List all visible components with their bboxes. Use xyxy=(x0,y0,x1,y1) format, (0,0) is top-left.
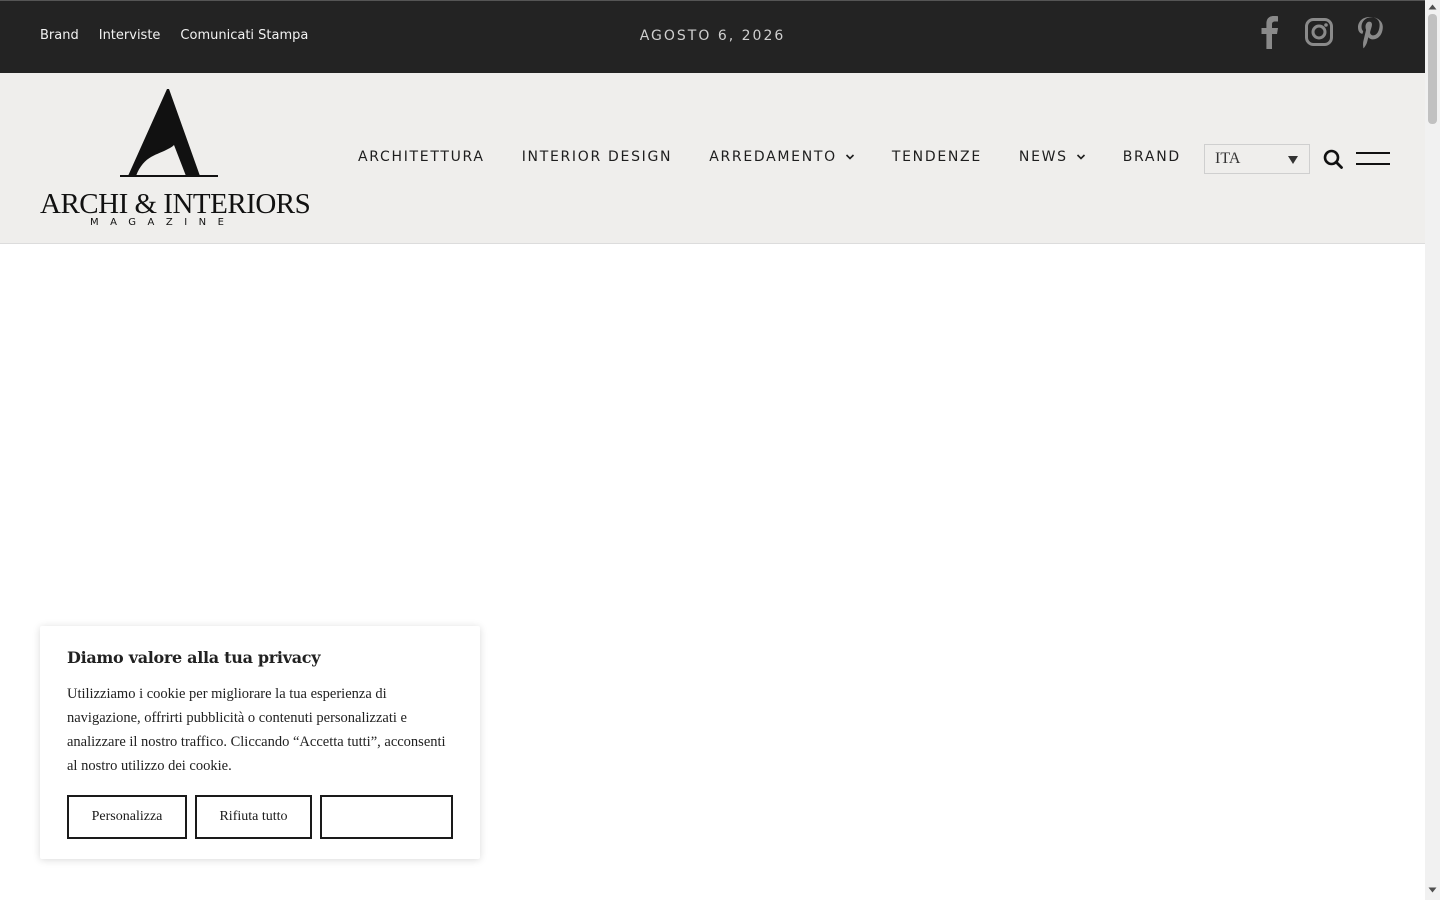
nav-item-label: BRAND xyxy=(1122,149,1181,165)
customize-button[interactable]: Personalizza xyxy=(67,795,187,839)
accept-all-button[interactable] xyxy=(320,795,453,839)
chevron-down-icon xyxy=(1076,154,1085,160)
dropdown-arrow-icon xyxy=(1288,156,1298,164)
logo-a-mark xyxy=(120,89,218,177)
logo-subtitle: MAGAZINE xyxy=(90,217,236,228)
scroll-down-icon[interactable] xyxy=(1428,886,1437,894)
language-selected: ITA xyxy=(1215,150,1241,167)
scrollbar-thumb[interactable] xyxy=(1428,14,1437,124)
facebook-icon[interactable] xyxy=(1255,15,1283,49)
cookie-title: Diamo valore alla tua privacy xyxy=(67,648,321,667)
cookie-buttons: Personalizza Rifiuta tutto xyxy=(67,795,453,839)
page-scrollbar[interactable] xyxy=(1425,0,1440,900)
site-logo[interactable]: ARCHI & INTERIORS MAGAZINE xyxy=(40,87,311,231)
current-date: AGOSTO 6, 2026 xyxy=(639,28,786,44)
logo-title: ARCHI & INTERIORS xyxy=(40,188,311,220)
reject-all-button[interactable]: Rifiuta tutto xyxy=(195,795,312,839)
language-select[interactable]: ITA xyxy=(1204,144,1310,174)
nav-item-brand[interactable]: BRAND xyxy=(1123,149,1181,165)
chevron-down-icon xyxy=(845,154,854,160)
cookie-consent-banner: Diamo valore alla tua privacy Utilizziam… xyxy=(40,626,480,859)
nav-item-interior-design[interactable]: INTERIOR DESIGN xyxy=(522,149,673,165)
main-nav: ARCHITETTURA INTERIOR DESIGN ARREDAMENTO… xyxy=(358,149,1181,165)
instagram-icon[interactable] xyxy=(1305,15,1333,49)
nav-item-architettura[interactable]: ARCHITETTURA xyxy=(358,149,485,165)
search-icon[interactable] xyxy=(1323,149,1343,169)
nav-item-label: NEWS xyxy=(1018,149,1068,165)
nav-item-label: INTERIOR DESIGN xyxy=(521,149,673,165)
nav-item-label: ARCHITETTURA xyxy=(358,149,485,165)
nav-item-label: ARREDAMENTO xyxy=(709,149,837,165)
nav-item-arredamento[interactable]: ARREDAMENTO xyxy=(709,149,855,165)
nav-item-tendenze[interactable]: TENDENZE xyxy=(892,149,982,165)
nav-item-label: TENDENZE xyxy=(891,149,982,165)
social-links xyxy=(1255,15,1383,49)
scroll-up-icon[interactable] xyxy=(1428,3,1437,11)
site-header: ARCHI & INTERIORS MAGAZINE ARCHITETTURA … xyxy=(0,73,1425,244)
pinterest-icon[interactable] xyxy=(1355,15,1383,49)
top-bar: Brand Interviste Comunicati Stampa AGOST… xyxy=(0,0,1425,73)
cookie-description: Utilizziamo i cookie per migliorare la t… xyxy=(67,686,446,774)
hamburger-menu-icon[interactable] xyxy=(1356,151,1390,167)
nav-item-news[interactable]: NEWS xyxy=(1019,149,1086,165)
